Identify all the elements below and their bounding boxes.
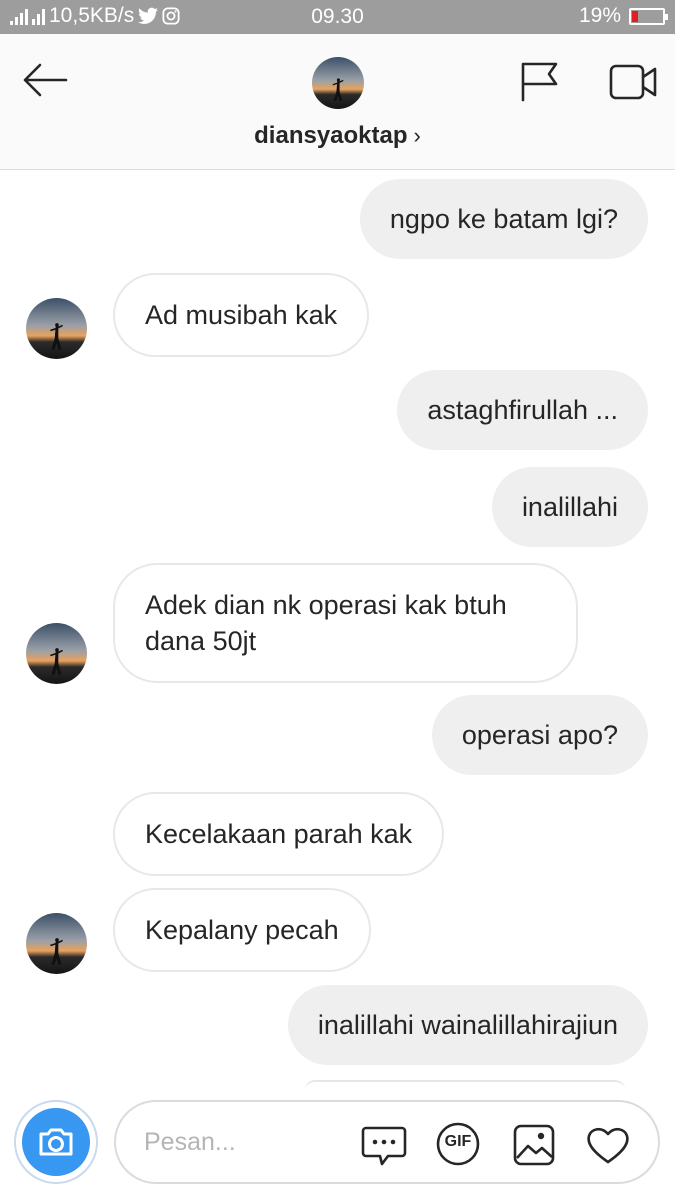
direct-message-screen: 10,5KB/s 09.30 19% diansyaoktap › ngpo k… [0,0,675,1200]
message-input[interactable]: Pesan... GIF [114,1100,660,1184]
chevron-right-icon: › [413,123,421,148]
status-time: 09.30 [311,5,364,28]
gif-label: GIF [444,1133,472,1150]
camera-button-fill [22,1108,90,1176]
sunset-avatar-image [312,57,364,109]
next-message-peek [305,1080,625,1090]
back-arrow-icon[interactable] [20,60,70,100]
profile-avatar[interactable] [312,57,364,109]
sunset-avatar-image [26,913,87,974]
video-call-icon[interactable] [608,60,658,104]
message-incoming[interactable]: Kecelakaan parah kak [113,792,445,876]
message-input-placeholder: Pesan... [144,1128,236,1156]
sender-avatar[interactable] [26,623,87,684]
username-row[interactable]: diansyaoktap › [0,122,675,150]
status-right: 19% [578,4,668,28]
message-outgoing[interactable]: astaghfirullah ... [397,370,648,450]
message-outgoing[interactable]: operasi apo? [431,695,648,775]
message-outgoing[interactable]: inalillahi [491,467,648,547]
sender-avatar[interactable] [26,913,87,974]
flag-icon[interactable] [518,60,562,104]
heart-icon[interactable] [584,1122,632,1168]
username: diansyaoktap [254,122,408,149]
camera-button[interactable] [14,1100,98,1184]
message-incoming[interactable]: Kepalany pecah [113,888,371,972]
message-outgoing[interactable]: ngpo ke batam lgi? [359,179,648,259]
battery-icon [629,7,668,25]
status-bar: 10,5KB/s 09.30 19% [0,0,675,34]
camera-icon [39,1128,73,1156]
message-composer: Pesan... GIF [0,1090,675,1200]
battery-level [632,10,638,22]
gif-icon[interactable]: GIF [434,1122,482,1168]
gallery-icon[interactable] [510,1122,558,1168]
message-incoming[interactable]: Ad musibah kak [113,273,370,357]
sunset-avatar-image [26,298,87,359]
sender-avatar[interactable] [26,298,87,359]
message-outgoing[interactable]: inalillahi wainalillahirajiun [287,985,648,1065]
battery-percent: 19% [578,4,621,27]
message-incoming[interactable]: Adek dian nk operasi kak btuh dana 50jt [113,563,578,683]
sunset-avatar-image [26,623,87,684]
sticker-icon[interactable] [360,1122,408,1168]
chat-header: diansyaoktap › [0,34,675,170]
